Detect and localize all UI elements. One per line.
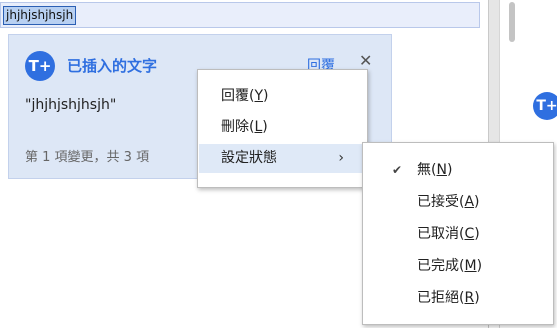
status-item-label: 已接受 [417,194,459,210]
status-item-label: 無 [417,162,431,178]
status-item-mnemonic: R [464,290,475,306]
close-icon[interactable]: ✕ [359,51,372,70]
status-item-cancelled[interactable]: 已取消(C) [364,218,552,250]
status-item-label: 已取消 [417,226,459,242]
status-item-label: 已完成 [417,258,459,274]
menu-item-label: 回覆 [221,88,249,104]
status-item-label: 已拒絕 [417,290,459,306]
menu-item-label: 設定狀態 [221,150,277,166]
menu-item-delete[interactable]: 刪除(L) [199,113,366,142]
selected-text[interactable]: jhjhjshjhsjh [3,6,77,25]
menu-item-mnemonic: L [254,119,263,135]
sidebar-scroll-thumb[interactable] [509,2,515,42]
document-vertical-scrollbar[interactable] [489,0,499,145]
menu-item-label: 刪除 [221,119,249,135]
menu-item-reply[interactable]: 回覆(Y) [199,82,366,111]
inserted-text-icon: T+ [25,51,55,81]
checkmark-icon: ✔ [392,163,403,177]
menu-item-set-status[interactable]: 設定狀態 › [199,144,366,173]
status-submenu: ✔ 無(N) 已接受(A) 已取消(C) 已完成(M) 已拒絕(R) [362,142,554,325]
menu-item-mnemonic: Y [254,88,264,104]
status-item-mnemonic: A [464,194,475,210]
status-item-completed[interactable]: 已完成(M) [364,250,552,282]
status-item-mnemonic: C [464,226,475,242]
status-item-mnemonic: M [464,258,477,274]
context-menu: 回覆(Y) 刪除(L) 設定狀態 › [197,69,368,188]
status-item-mnemonic: N [436,162,447,178]
document-text-line[interactable]: jhjhjshjhsjh [0,2,480,28]
comment-title: 已插入的文字 [67,57,158,75]
change-counter: 第 1 項變更，共 3 項 [25,150,150,165]
status-item-accepted[interactable]: 已接受(A) [364,186,552,218]
status-item-rejected[interactable]: 已拒絕(R) [364,282,552,314]
comment-marker-icon[interactable]: T+ [533,92,557,120]
comment-quote: "jhjhjshjhsjh" [25,97,117,113]
chevron-right-icon: › [338,150,344,166]
status-item-none[interactable]: ✔ 無(N) [364,154,552,186]
